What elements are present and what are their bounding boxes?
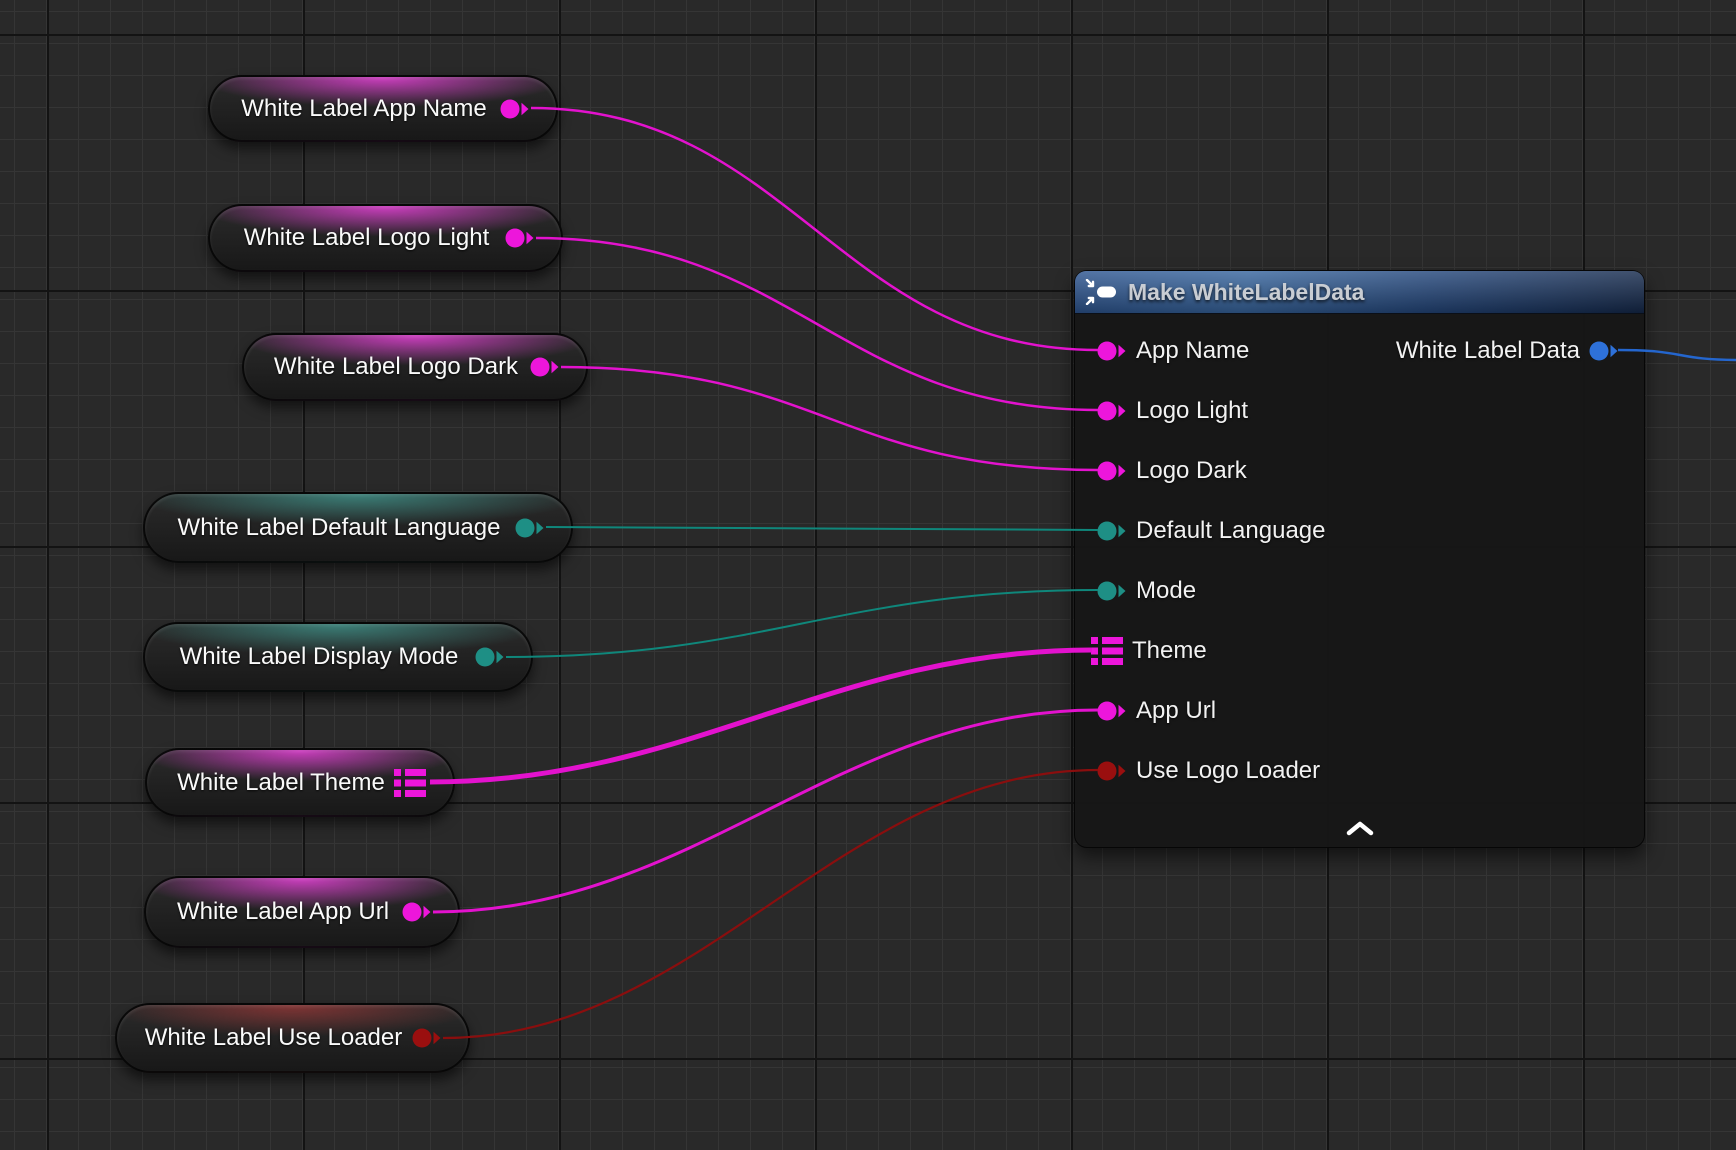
blueprint-canvas[interactable]: White Label App NameWhite Label Logo Lig… (0, 0, 1736, 1150)
wire-6[interactable] (433, 710, 1098, 912)
wire-2[interactable] (561, 367, 1098, 470)
wire-8[interactable] (1618, 350, 1736, 360)
wire-layer (0, 0, 1736, 1150)
wire-5[interactable] (430, 650, 1092, 782)
wire-1[interactable] (536, 238, 1098, 410)
wire-3[interactable] (546, 527, 1098, 530)
wire-7[interactable] (443, 770, 1098, 1038)
wire-0[interactable] (531, 108, 1098, 350)
wire-4[interactable] (506, 590, 1098, 657)
